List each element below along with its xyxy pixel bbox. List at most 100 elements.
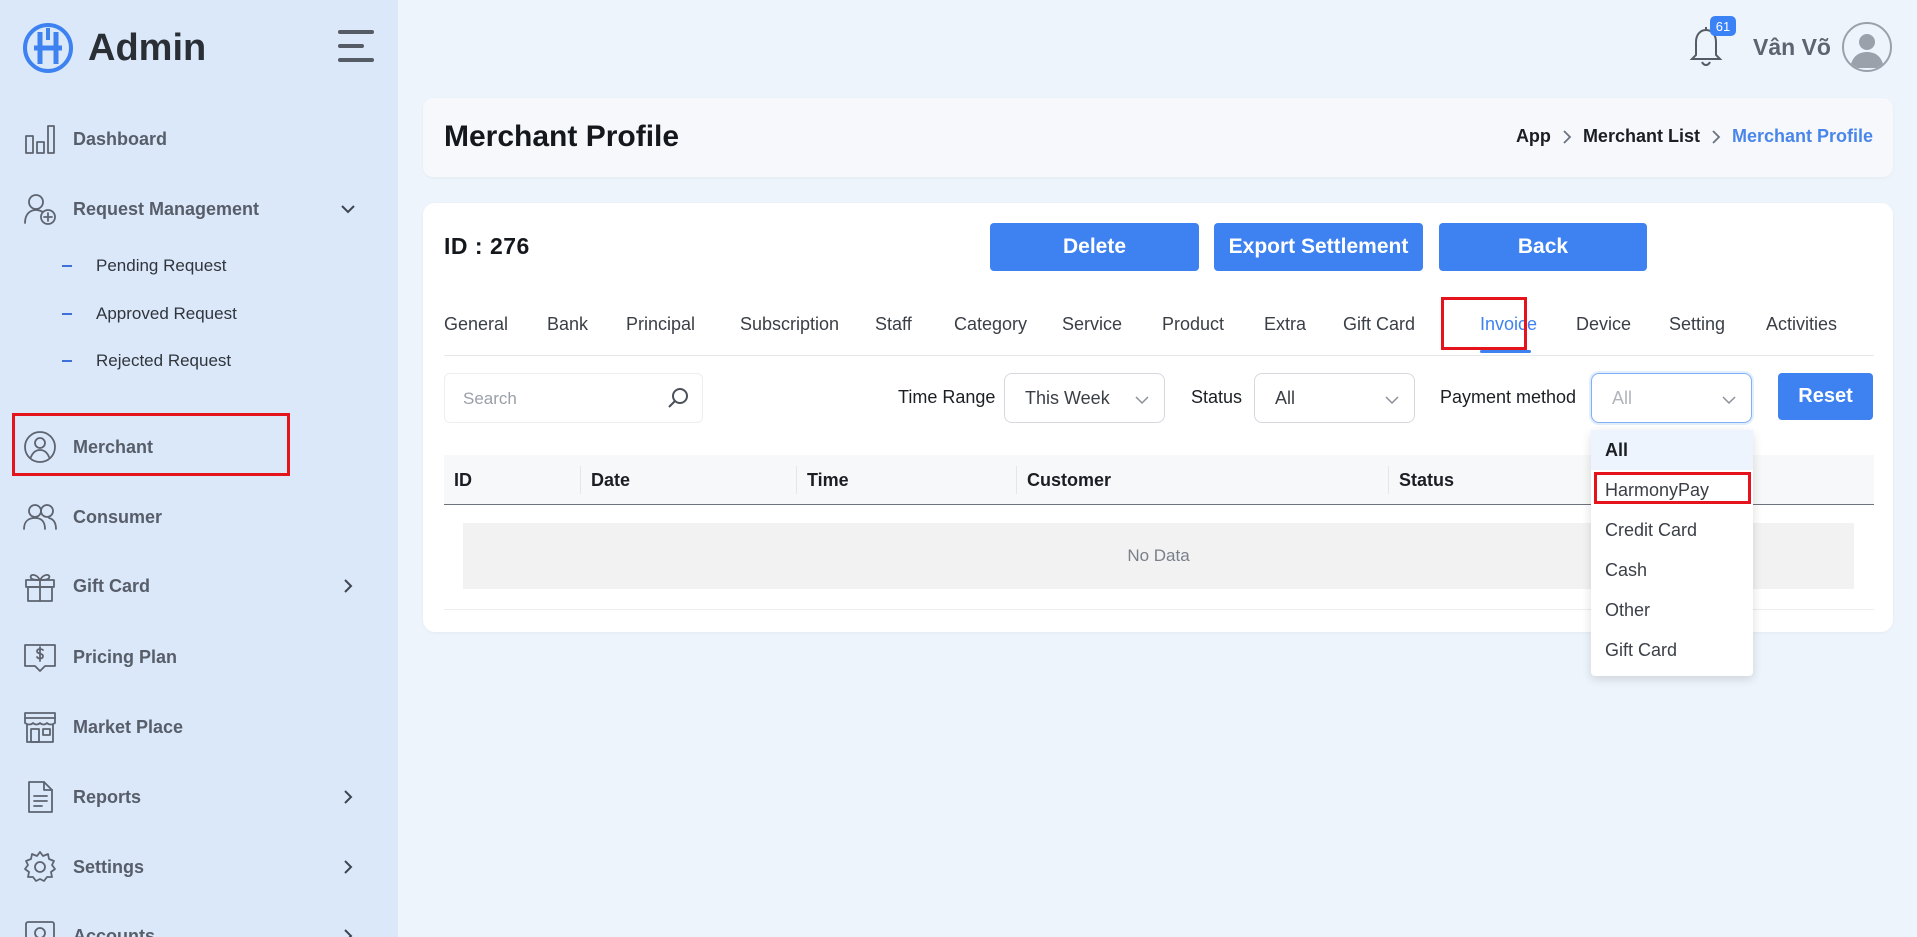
- merchant-highlight-box: [12, 413, 290, 476]
- invoice-highlight-box: [1441, 297, 1527, 350]
- column-header-time[interactable]: Time: [807, 470, 849, 491]
- sidebar-item-request-management[interactable]: Request Management: [22, 187, 372, 231]
- tab-activities[interactable]: Activities: [1766, 314, 1837, 335]
- chevron-right-icon: [338, 926, 358, 937]
- bar-chart-icon: [22, 121, 58, 157]
- tab-principal[interactable]: Principal: [626, 314, 695, 335]
- sidebar-item-label: Consumer: [73, 506, 163, 527]
- column-header-status[interactable]: Status: [1399, 470, 1454, 491]
- search-icon[interactable]: [666, 386, 690, 410]
- chevron-down-icon: [338, 199, 358, 219]
- search-input[interactable]: [463, 386, 653, 412]
- harmonypay-highlight-box: [1594, 472, 1751, 504]
- sidebar-item-accounts[interactable]: Accounts: [22, 914, 372, 937]
- time-range-label: Time Range: [898, 387, 996, 407]
- sidebar-item-label: Pricing Plan: [73, 646, 178, 667]
- sidebar-item-reports[interactable]: Reports: [22, 775, 372, 819]
- export-settlement-button[interactable]: Export Settlement: [1214, 223, 1423, 271]
- notification-badge: 61: [1710, 16, 1736, 36]
- payment-method-select[interactable]: All: [1591, 373, 1752, 423]
- sidebar-subitem-approved-request[interactable]: Approved Request: [62, 300, 237, 328]
- sidebar-subitem-label: Approved Request: [96, 304, 237, 323]
- tab-subscription[interactable]: Subscription: [740, 314, 839, 335]
- sidebar-subitem-label: Rejected Request: [96, 351, 232, 370]
- dropdown-option-other[interactable]: Other: [1591, 590, 1753, 630]
- gear-icon: [22, 849, 58, 885]
- payment-method-value: All: [1612, 388, 1633, 408]
- tab-product[interactable]: Product: [1162, 314, 1224, 335]
- sidebar-item-market-place[interactable]: Market Place: [22, 705, 372, 749]
- status-select[interactable]: All: [1254, 373, 1415, 423]
- dropdown-option-gift-card[interactable]: Gift Card: [1591, 630, 1753, 670]
- dropdown-option-credit-card[interactable]: Credit Card: [1591, 510, 1753, 550]
- payment-method-dropdown: All HarmonyPay Credit Card Cash Other Gi…: [1591, 430, 1753, 676]
- users-icon: [22, 499, 58, 535]
- avatar[interactable]: [1842, 22, 1892, 72]
- sidebar-subitem-rejected-request[interactable]: Rejected Request: [62, 347, 231, 375]
- breadcrumb-app[interactable]: App: [1516, 126, 1551, 147]
- breadcrumb-merchant-profile: Merchant Profile: [1731, 126, 1873, 146]
- page-title: Merchant Profile: [444, 120, 680, 153]
- sidebar: Admin Dashboard Request Management Pendi…: [0, 0, 398, 937]
- tab-device[interactable]: Device: [1576, 314, 1631, 335]
- page-header: Merchant Profile App Merchant List Merch…: [423, 98, 1893, 177]
- column-header-id[interactable]: ID: [454, 470, 472, 491]
- search-box: [444, 373, 703, 423]
- dash-icon: [62, 313, 72, 315]
- status-label: Status: [1191, 387, 1243, 407]
- sidebar-item-label: Accounts: [73, 925, 156, 937]
- sidebar-item-label: Market Place: [73, 716, 184, 737]
- chevron-down-icon: [1721, 392, 1737, 408]
- sidebar-item-label: Gift Card: [73, 575, 151, 596]
- tab-general[interactable]: General: [444, 314, 508, 335]
- tab-bank[interactable]: Bank: [547, 314, 588, 335]
- sidebar-subitem-pending-request[interactable]: Pending Request: [62, 252, 226, 280]
- chevron-down-icon: [1134, 392, 1150, 408]
- dropdown-option-all[interactable]: All: [1591, 430, 1753, 470]
- time-range-value: This Week: [1025, 388, 1110, 408]
- column-header-date[interactable]: Date: [591, 470, 630, 491]
- dropdown-option-cash[interactable]: Cash: [1591, 550, 1753, 590]
- pricing-tag-icon: [22, 639, 58, 675]
- tab-setting[interactable]: Setting: [1669, 314, 1725, 335]
- merchant-id: ID : 276: [444, 233, 530, 259]
- tab-service[interactable]: Service: [1062, 314, 1122, 335]
- dash-icon: [62, 265, 72, 267]
- account-icon: [22, 918, 58, 937]
- sidebar-item-label: Request Management: [73, 198, 260, 219]
- delete-button[interactable]: Delete: [990, 223, 1199, 271]
- profile-tabs: General Bank Principal Subscription Staf…: [444, 296, 1874, 356]
- sidebar-item-consumer[interactable]: Consumer: [22, 495, 372, 539]
- reset-button[interactable]: Reset: [1778, 373, 1873, 420]
- chevron-right-icon: [1708, 129, 1724, 145]
- sidebar-item-gift-card[interactable]: Gift Card: [22, 564, 372, 608]
- gift-icon: [22, 568, 58, 604]
- document-icon: [22, 779, 58, 815]
- sidebar-item-label: Reports: [73, 786, 142, 807]
- user-avatar-icon: [1850, 34, 1884, 68]
- chevron-right-icon: [1559, 129, 1575, 145]
- sidebar-item-settings[interactable]: Settings: [22, 845, 372, 889]
- tab-gift-card[interactable]: Gift Card: [1343, 314, 1415, 335]
- dash-icon: [62, 360, 72, 362]
- sidebar-item-label: Dashboard: [73, 128, 168, 149]
- column-header-customer[interactable]: Customer: [1027, 470, 1111, 491]
- user-add-icon: [22, 191, 58, 227]
- chevron-right-icon: [338, 576, 358, 596]
- breadcrumb-merchant-list[interactable]: Merchant List: [1583, 126, 1700, 147]
- tab-category[interactable]: Category: [954, 314, 1027, 335]
- menu-toggle-icon[interactable]: [338, 30, 374, 62]
- sidebar-subitem-label: Pending Request: [96, 256, 227, 275]
- status-value: All: [1275, 388, 1296, 408]
- harmony-logo-icon: [23, 23, 73, 73]
- brand[interactable]: Admin: [22, 20, 206, 76]
- back-button[interactable]: Back: [1439, 223, 1647, 271]
- sidebar-item-pricing-plan[interactable]: Pricing Plan: [22, 635, 372, 679]
- user-name[interactable]: Vân Võ: [1753, 34, 1831, 61]
- store-icon: [22, 709, 58, 745]
- time-range-select[interactable]: This Week: [1004, 373, 1165, 423]
- sidebar-item-dashboard[interactable]: Dashboard: [22, 117, 372, 161]
- app-title: Admin: [88, 26, 207, 69]
- tab-staff[interactable]: Staff: [875, 314, 912, 335]
- tab-extra[interactable]: Extra: [1264, 314, 1306, 335]
